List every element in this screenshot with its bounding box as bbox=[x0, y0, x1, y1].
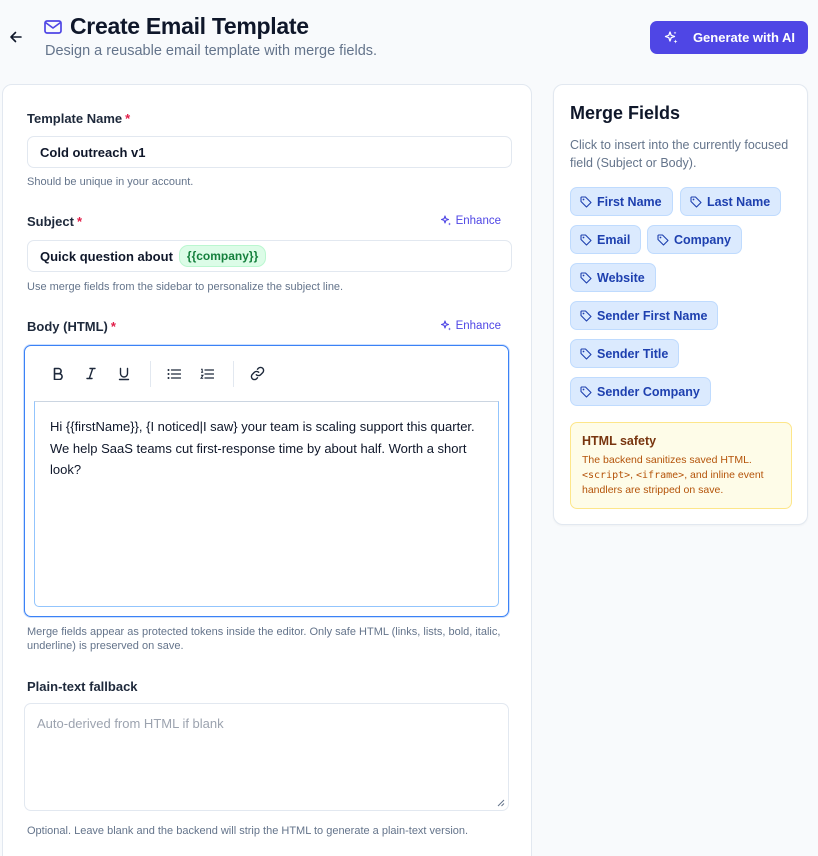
underline-button[interactable] bbox=[113, 363, 135, 385]
tag-icon bbox=[657, 233, 669, 246]
notice-text: The backend sanitizes saved HTML. <scrip… bbox=[582, 454, 764, 496]
resize-handle-icon[interactable] bbox=[497, 799, 505, 807]
generate-with-ai-button[interactable]: Generate with AI bbox=[650, 21, 808, 54]
subject-input[interactable]: Quick question about {{company}} bbox=[27, 240, 512, 272]
merge-field-company[interactable]: Company bbox=[647, 225, 742, 254]
mail-icon bbox=[44, 17, 64, 37]
plain-text-hint: Optional. Leave blank and the backend wi… bbox=[27, 825, 469, 837]
arrow-left-icon bbox=[10, 31, 22, 43]
sparkles-icon bbox=[663, 30, 679, 46]
back-button[interactable] bbox=[6, 27, 26, 47]
toolbar-divider bbox=[150, 360, 151, 387]
template-name-label: Template Name * bbox=[27, 111, 131, 126]
merge-field-last-name[interactable]: Last Name bbox=[680, 187, 782, 216]
page-subtitle: Design a reusable email template with me… bbox=[45, 43, 378, 59]
body-label: Body (HTML) * bbox=[27, 319, 116, 334]
bulleted-list-button[interactable] bbox=[163, 363, 185, 385]
body-enhance-button[interactable]: Enhance bbox=[440, 320, 501, 332]
subject-label: Subject * bbox=[27, 214, 83, 229]
subject-hint: Use merge fields from the sidebar to per… bbox=[27, 281, 344, 293]
sparkles-icon bbox=[440, 215, 452, 227]
merge-fields-description: Click to insert into the currently focus… bbox=[570, 138, 789, 170]
tag-icon bbox=[690, 195, 702, 208]
tag-icon bbox=[580, 271, 592, 284]
merge-field-email[interactable]: Email bbox=[570, 225, 642, 254]
subject-text: Quick question about bbox=[40, 248, 173, 264]
merge-token-company[interactable]: {{company}} bbox=[178, 245, 267, 267]
notice-title: HTML safety bbox=[582, 434, 657, 448]
italic-icon bbox=[86, 367, 96, 380]
html-safety-notice: HTML safety The backend sanitizes saved … bbox=[570, 422, 792, 509]
plain-text-fallback-input[interactable]: Auto-derived from HTML if blank bbox=[24, 703, 509, 811]
tag-icon bbox=[580, 347, 592, 360]
plain-text-label: Plain-text fallback bbox=[27, 679, 138, 694]
numbered-list-icon bbox=[200, 368, 214, 379]
template-name-hint: Should be unique in your account. bbox=[27, 176, 194, 188]
italic-button[interactable] bbox=[80, 363, 102, 385]
page-title: Create Email Template bbox=[70, 13, 309, 39]
subject-enhance-button[interactable]: Enhance bbox=[440, 215, 501, 227]
body-html-editor: Hi {{firstName}}, {I noticed|I saw} your… bbox=[24, 345, 509, 617]
generate-with-ai-label: Generate with AI bbox=[692, 30, 796, 45]
template-name-input[interactable]: Cold outreach v1 bbox=[27, 136, 512, 168]
bold-button[interactable] bbox=[47, 363, 69, 385]
body-editor-content[interactable]: Hi {{firstName}}, {I noticed|I saw} your… bbox=[34, 401, 499, 607]
merge-fields-panel: Merge Fields Click to insert into the cu… bbox=[553, 84, 808, 525]
body-hint: Merge fields appear as protected tokens … bbox=[27, 626, 501, 652]
page-header: Create Email Template bbox=[44, 13, 309, 40]
tag-icon bbox=[580, 385, 592, 398]
underline-icon bbox=[118, 367, 130, 380]
toolbar-divider bbox=[233, 360, 234, 387]
tag-icon bbox=[580, 195, 592, 208]
merge-fields-title: Merge Fields bbox=[570, 103, 681, 123]
plain-text-placeholder: Auto-derived from HTML if blank bbox=[37, 716, 224, 731]
insert-link-button[interactable] bbox=[246, 363, 268, 385]
editor-toolbar bbox=[25, 346, 508, 401]
bulleted-list-icon bbox=[167, 368, 181, 379]
sparkles-icon bbox=[440, 320, 452, 332]
merge-field-website[interactable]: Website bbox=[570, 263, 656, 292]
bold-icon bbox=[53, 367, 63, 380]
merge-field-sender-company[interactable]: Sender Company bbox=[570, 377, 711, 406]
tag-icon bbox=[580, 233, 592, 246]
merge-field-sender-title[interactable]: Sender Title bbox=[570, 339, 680, 368]
merge-field-sender-first-name[interactable]: Sender First Name bbox=[570, 301, 719, 330]
tag-icon bbox=[580, 309, 592, 322]
merge-field-first-name[interactable]: First Name bbox=[570, 187, 673, 216]
numbered-list-button[interactable] bbox=[196, 363, 218, 385]
link-icon bbox=[250, 366, 264, 381]
